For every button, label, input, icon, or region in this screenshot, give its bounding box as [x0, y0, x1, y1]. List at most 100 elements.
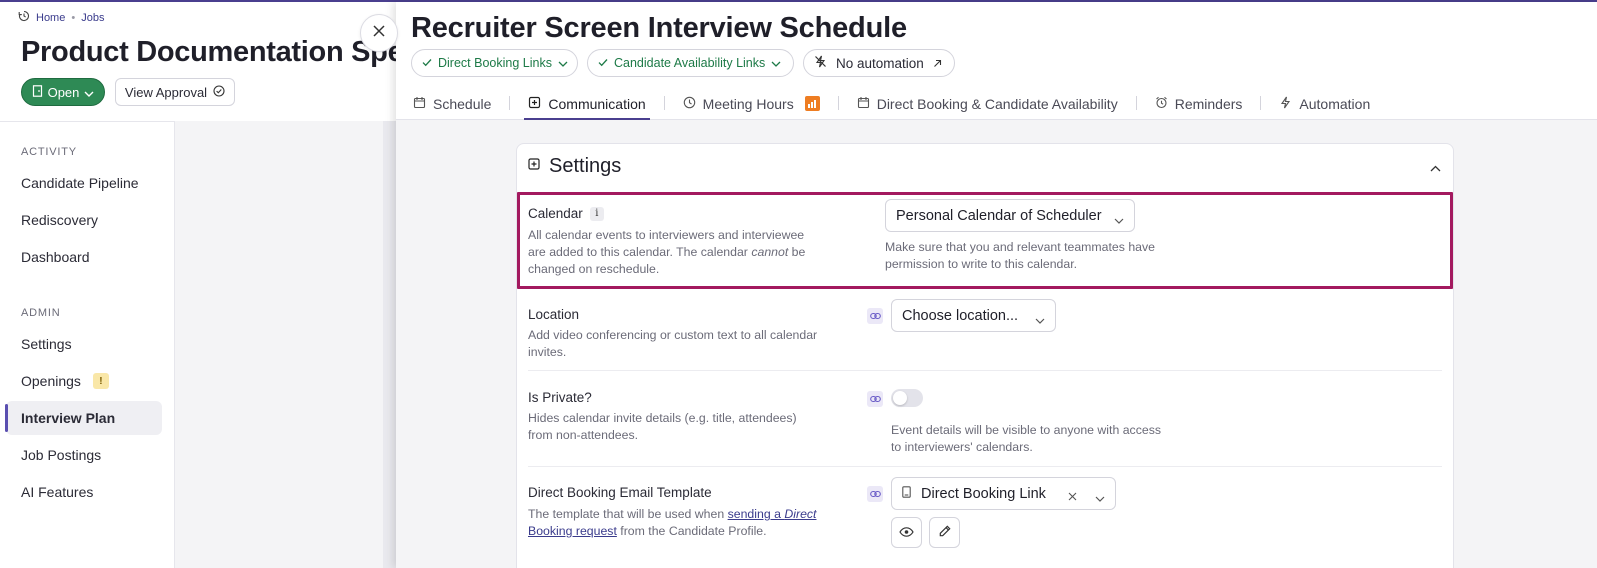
calendar-select-value: Personal Calendar of Scheduler [896, 207, 1102, 224]
sidebar-item-label: Rediscovery [21, 212, 99, 228]
job-status-label: Open [47, 84, 80, 100]
sidebar-item-dashboard[interactable]: Dashboard [6, 240, 162, 274]
link-text-emphasis: Direct [784, 507, 817, 521]
is-private-toggle[interactable] [891, 389, 923, 407]
eye-icon [899, 524, 914, 542]
sending-direct-booking-request-link[interactable]: sending a Direct [728, 507, 817, 521]
check-circle-icon [213, 84, 225, 100]
candidate-availability-links-label: Candidate Availability Links [614, 56, 766, 70]
candidate-availability-links-dropdown[interactable]: Candidate Availability Links [587, 49, 794, 77]
location-select[interactable]: Choose location... [891, 299, 1056, 332]
calendar-hint-line: Make sure that you and relevant teammate… [885, 240, 1155, 254]
tab-label: Meeting Hours [702, 95, 794, 112]
bolt-icon [1279, 96, 1292, 112]
breadcrumb-home-link[interactable]: Home [36, 12, 65, 24]
job-content-area [175, 121, 383, 568]
chevron-up-icon[interactable] [1430, 159, 1441, 177]
sidebar-item-label: Openings [21, 373, 81, 389]
email-template-select[interactable]: Direct Booking Link [891, 477, 1116, 510]
chevron-down-icon [84, 85, 94, 100]
is-private-label: Is Private? [528, 390, 592, 405]
calendar-desc-text: are added to this calendar. The calendar [528, 245, 752, 259]
tab-separator [1135, 96, 1137, 110]
tab-label: Direct Booking & Candidate Availability [876, 95, 1118, 112]
email-template-desc-line: Booking request from the Candidate Profi… [528, 523, 838, 540]
location-desc-line: invites. [528, 345, 567, 359]
close-icon [373, 24, 385, 42]
document-icon [902, 485, 911, 502]
edit-template-button[interactable] [929, 517, 960, 548]
panel-header: Recruiter Screen Interview Schedule Dire… [396, 2, 1597, 120]
sidebar-item-rediscovery[interactable]: Rediscovery [6, 203, 162, 237]
breadcrumb-jobs-link[interactable]: Jobs [81, 12, 104, 24]
clear-icon[interactable] [1068, 489, 1077, 505]
tab-label: Schedule [433, 95, 492, 112]
pencil-icon [939, 524, 951, 542]
sending-direct-booking-request-link[interactable]: Booking request [528, 524, 617, 538]
sidebar-item-label: Interview Plan [21, 410, 116, 426]
chevron-down-icon [771, 56, 781, 70]
calendar-label-text: Calendar [528, 206, 583, 221]
location-select-placeholder: Choose location... [902, 307, 1019, 324]
direct-booking-links-dropdown[interactable]: Direct Booking Links [411, 49, 578, 77]
sidebar-item-openings[interactable]: Openings! [6, 364, 162, 398]
chevron-down-icon [1035, 312, 1045, 328]
view-approval-button[interactable]: View Approval [115, 78, 235, 106]
email-template-description: The template that will be used when send… [528, 506, 838, 540]
panel-title: Recruiter Screen Interview Schedule [411, 12, 907, 44]
tab-separator [509, 96, 511, 110]
tab-automation[interactable]: Automation [1277, 88, 1372, 119]
calendar-desc-text: be [788, 245, 806, 259]
link-icon[interactable] [867, 486, 883, 502]
link-icon[interactable] [867, 308, 883, 324]
tab-reminders[interactable]: Reminders [1153, 88, 1245, 119]
calendar-desc-line: All calendar events to interviewers and … [528, 228, 805, 242]
sidebar-item-job-postings[interactable]: Job Postings [6, 438, 162, 472]
alarm-icon [1155, 96, 1168, 112]
link-icon[interactable] [867, 391, 883, 407]
email-template-desc-line: The template that will be used when send… [528, 506, 838, 523]
check-icon [598, 56, 608, 70]
breadcrumb: Home • Jobs [18, 10, 104, 25]
tab-label: Communication [548, 95, 646, 112]
sidebar-item-interview-plan[interactable]: Interview Plan [5, 401, 162, 435]
chevron-down-icon [1114, 212, 1124, 228]
settings-card-icon [528, 157, 540, 175]
external-link-icon [933, 56, 942, 71]
interview-schedule-panel: Recruiter Screen Interview Schedule Dire… [396, 2, 1597, 568]
door-icon [32, 84, 43, 100]
bar-chart-icon [804, 96, 820, 111]
info-icon[interactable]: i [589, 206, 604, 221]
email-template-select-value: Direct Booking Link [921, 485, 1046, 502]
message-icon [528, 96, 541, 112]
job-sidebar: ACTIVITY Candidate Pipeline Rediscovery … [0, 121, 175, 568]
preview-template-button[interactable] [891, 517, 922, 548]
email-template-desc-text: The template that will be used when [528, 507, 728, 521]
tab-schedule[interactable]: Schedule [411, 88, 493, 119]
automation-status-button[interactable]: No automation [803, 49, 955, 77]
is-private-hint-line: Event details will be visible to anyone … [891, 423, 1161, 437]
tab-direct-booking-availability[interactable]: Direct Booking & Candidate Availability [855, 88, 1120, 119]
calendar-hint: Make sure that you and relevant teammate… [885, 239, 1185, 273]
tab-communication[interactable]: Communication [524, 88, 650, 120]
calendar-select[interactable]: Personal Calendar of Scheduler [885, 199, 1135, 232]
sidebar-item-candidate-pipeline[interactable]: Candidate Pipeline [6, 166, 162, 200]
settings-card-header[interactable]: Settings [517, 144, 1455, 188]
tab-separator [837, 96, 839, 110]
tab-label: Automation [1299, 95, 1371, 112]
job-status-dropdown[interactable]: Open [21, 78, 105, 106]
calendar-icon [857, 96, 870, 112]
tab-meeting-hours[interactable]: Meeting Hours [681, 88, 822, 119]
location-label: Location [528, 307, 580, 322]
close-panel-button[interactable] [360, 14, 398, 52]
sidebar-item-ai-features[interactable]: AI Features [6, 475, 162, 509]
chevron-down-icon [1095, 490, 1105, 506]
email-template-desc-text: from the Candidate Profile. [616, 524, 767, 538]
warning-badge: ! [92, 373, 109, 389]
row-divider [528, 466, 1442, 467]
chevron-down-icon [558, 56, 568, 70]
history-icon [18, 10, 30, 25]
settings-card: Settings Calendar i All calendar events … [516, 143, 1454, 568]
sidebar-item-label: AI Features [21, 484, 94, 500]
sidebar-item-settings[interactable]: Settings [6, 327, 162, 361]
